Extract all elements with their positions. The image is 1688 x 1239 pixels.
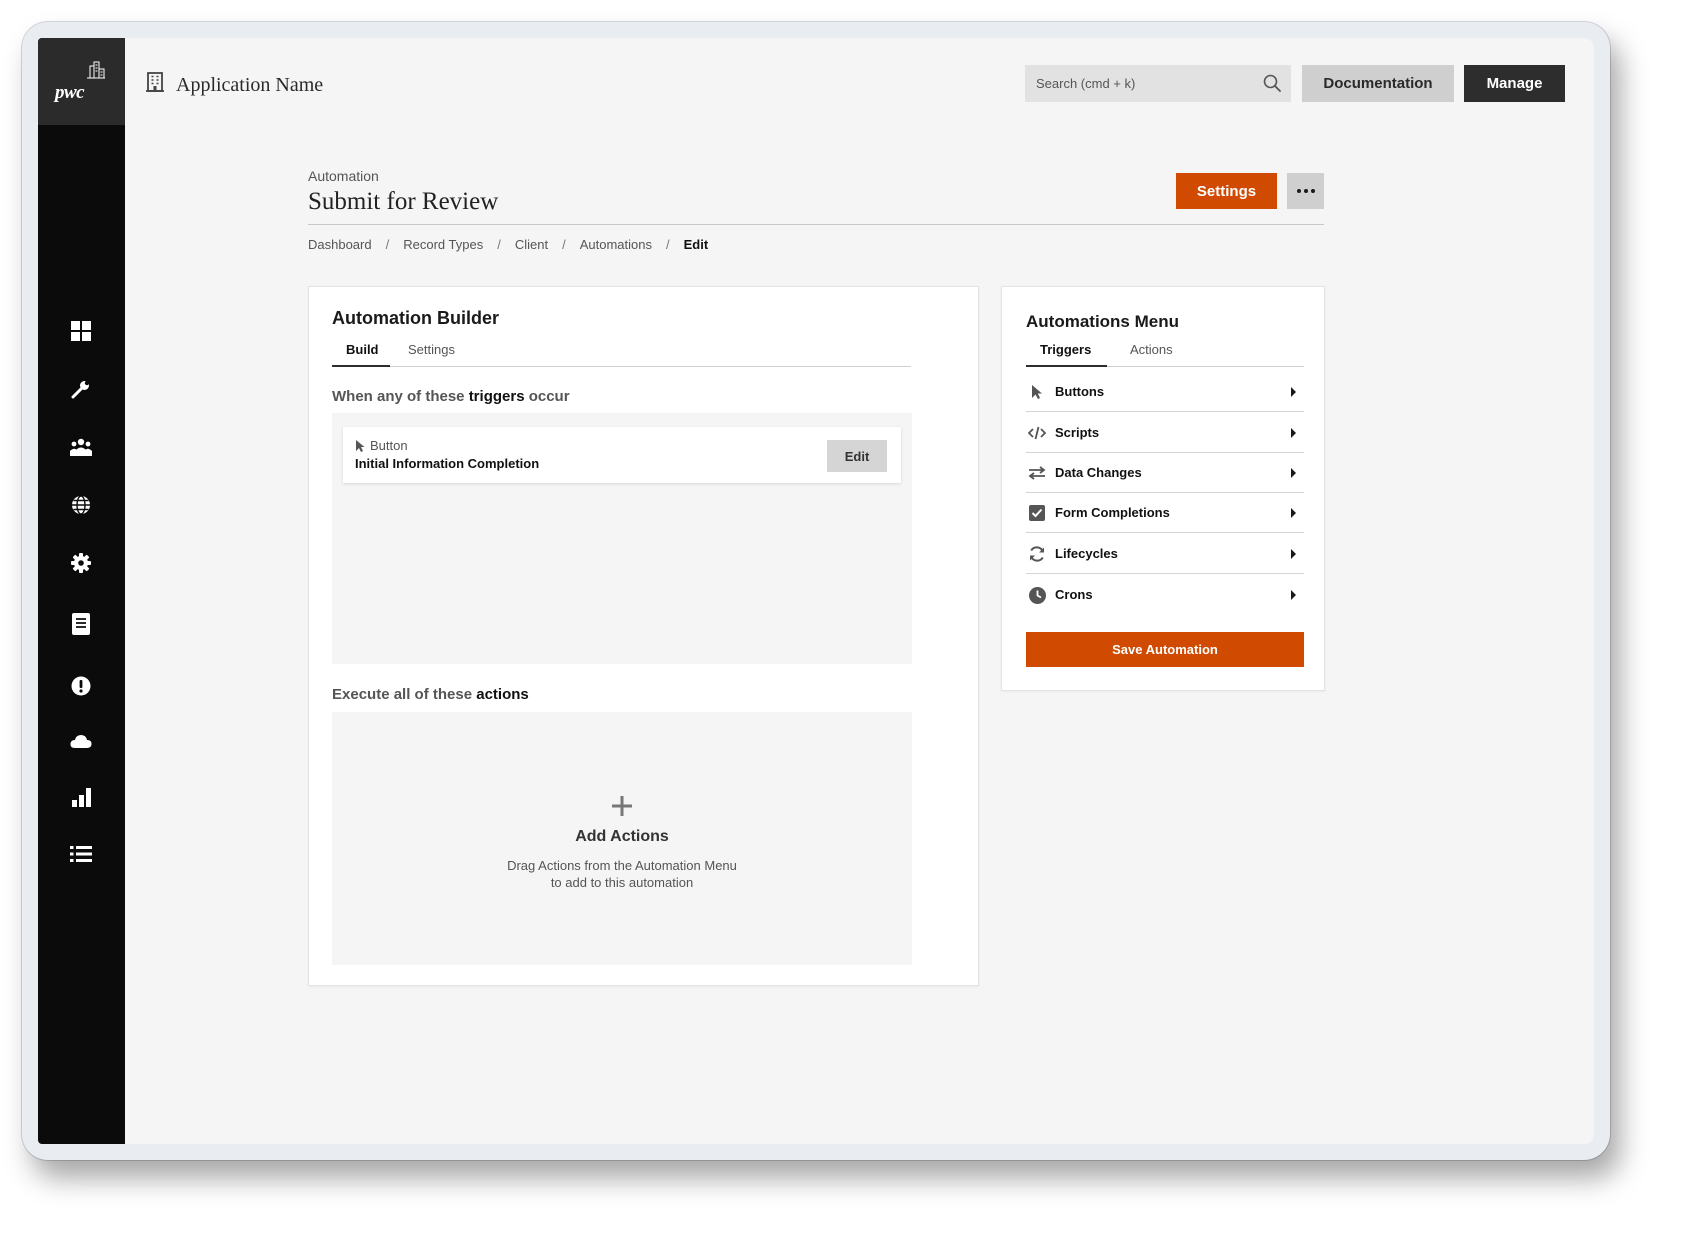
- breadcrumb-edit: Edit: [683, 237, 709, 252]
- actions-drop-zone[interactable]: Add Actions Drag Actions from the Automa…: [332, 712, 912, 965]
- trigger-name: Initial Information Completion: [355, 456, 540, 471]
- menu-item-scripts[interactable]: Scripts: [1026, 412, 1304, 453]
- more-options-button[interactable]: [1287, 173, 1324, 209]
- actions-heading: Execute all of these actions: [332, 686, 529, 703]
- app-name: Application Name: [176, 74, 324, 96]
- actions-heading-text: Execute all of these: [332, 686, 477, 703]
- breadcrumb-separator: /: [385, 237, 390, 252]
- trigger-item[interactable]: Button Initial Information Completion Ed…: [343, 427, 901, 483]
- menu-item-label: Lifecycles: [1055, 546, 1118, 561]
- bar-chart-icon[interactable]: [69, 785, 93, 809]
- triggers-heading-suffix: occur: [524, 388, 570, 405]
- caret-right-icon: [1291, 508, 1296, 518]
- settings-button[interactable]: Settings: [1176, 173, 1277, 209]
- menu-title: Automations Menu: [1026, 312, 1179, 331]
- caret-right-icon: [1291, 387, 1296, 397]
- wrench-icon[interactable]: [69, 377, 93, 401]
- swap-arrows-icon: [1028, 464, 1046, 482]
- cursor-icon: [1028, 383, 1046, 401]
- search-input[interactable]: [1025, 65, 1291, 102]
- breadcrumb-separator: /: [665, 237, 670, 252]
- add-actions-description-line1: Drag Actions from the Automation Menu: [507, 858, 737, 873]
- menu-item-label: Data Changes: [1055, 465, 1142, 480]
- checkbox-icon: [1028, 504, 1046, 522]
- device-frame: pwc Application Name Search (cmd + k) Do…: [22, 22, 1610, 1160]
- trigger-type: Button: [370, 438, 408, 453]
- breadcrumb: Dashboard / Record Types / Client / Auto…: [308, 237, 708, 252]
- search-box[interactable]: [1025, 65, 1291, 102]
- add-actions-title: Add Actions: [575, 828, 669, 845]
- builder-title: Automation Builder: [332, 308, 499, 328]
- automation-builder-card: Automation Builder Build Settings When a…: [308, 286, 979, 986]
- globe-icon[interactable]: [69, 493, 93, 517]
- menu-item-data-changes[interactable]: Data Changes: [1026, 452, 1304, 493]
- logo-text: pwc: [55, 82, 85, 103]
- caret-right-icon: [1291, 428, 1296, 438]
- building-logo-mark: [87, 61, 105, 79]
- edit-trigger-button[interactable]: Edit: [827, 440, 887, 472]
- code-icon: [1028, 424, 1046, 442]
- breadcrumb-client[interactable]: Client: [515, 237, 548, 252]
- header-divider: [308, 224, 1324, 225]
- tab-actions[interactable]: Actions: [1130, 342, 1173, 369]
- triggers-heading-text: When any of these: [332, 388, 469, 405]
- gear-icon[interactable]: [69, 551, 93, 575]
- plus-icon: [612, 796, 632, 816]
- search-icon: [1263, 74, 1281, 92]
- menu-item-crons[interactable]: Crons: [1026, 574, 1304, 615]
- tab-build-underline: [332, 365, 390, 367]
- breadcrumb-dashboard[interactable]: Dashboard: [308, 237, 372, 252]
- triggers-heading: When any of these triggers occur: [332, 388, 570, 405]
- cloud-icon[interactable]: [69, 729, 93, 753]
- breadcrumb-separator: /: [562, 237, 566, 252]
- triggers-drop-zone[interactable]: Button Initial Information Completion Ed…: [332, 413, 912, 664]
- automations-menu-card: Automations Menu Triggers Actions Button…: [1001, 286, 1325, 691]
- clock-icon: [1028, 586, 1046, 604]
- save-automation-button[interactable]: Save Automation: [1026, 632, 1304, 667]
- breadcrumb-separator: /: [497, 237, 501, 252]
- building-icon: [146, 72, 164, 92]
- app-screen: pwc Application Name Search (cmd + k) Do…: [38, 38, 1594, 1144]
- page-title: Submit for Review: [308, 188, 499, 215]
- caret-right-icon: [1291, 549, 1296, 559]
- sidebar: pwc: [38, 38, 125, 1144]
- menu-item-label: Scripts: [1055, 425, 1100, 440]
- logo[interactable]: pwc: [38, 38, 125, 125]
- list-icon[interactable]: [69, 842, 93, 866]
- documentation-button[interactable]: Documentation: [1302, 65, 1454, 102]
- caret-right-icon: [1291, 590, 1296, 600]
- page-kicker: Automation: [308, 168, 379, 184]
- users-icon[interactable]: [69, 435, 93, 459]
- tab-triggers-underline: [1026, 365, 1107, 367]
- actions-heading-bold: actions: [476, 686, 529, 703]
- menu-item-buttons[interactable]: Buttons: [1026, 371, 1304, 412]
- ellipsis-icon: [1296, 189, 1315, 193]
- menu-item-label: Crons: [1055, 587, 1093, 602]
- menu-item-lifecycles[interactable]: Lifecycles: [1026, 533, 1304, 574]
- refresh-icon: [1028, 545, 1046, 563]
- add-actions-description-line2: to add to this automation: [550, 875, 694, 890]
- breadcrumb-record-types[interactable]: Record Types: [403, 237, 483, 252]
- add-actions-description: Drag Actions from the Automation Menu to…: [332, 857, 912, 891]
- menu-item-label: Buttons: [1055, 384, 1105, 399]
- caret-right-icon: [1291, 468, 1296, 478]
- triggers-heading-bold: triggers: [468, 388, 525, 405]
- menu-item-label: Form Completions: [1055, 505, 1170, 520]
- alert-icon[interactable]: [69, 674, 93, 698]
- menu-item-form-completions[interactable]: Form Completions: [1026, 492, 1304, 533]
- cursor-icon: [356, 440, 365, 452]
- breadcrumb-automations[interactable]: Automations: [580, 237, 652, 252]
- tab-settings[interactable]: Settings: [408, 342, 455, 369]
- document-icon[interactable]: [69, 612, 93, 636]
- dashboard-grid-icon[interactable]: [69, 319, 93, 343]
- manage-button[interactable]: Manage: [1464, 65, 1565, 102]
